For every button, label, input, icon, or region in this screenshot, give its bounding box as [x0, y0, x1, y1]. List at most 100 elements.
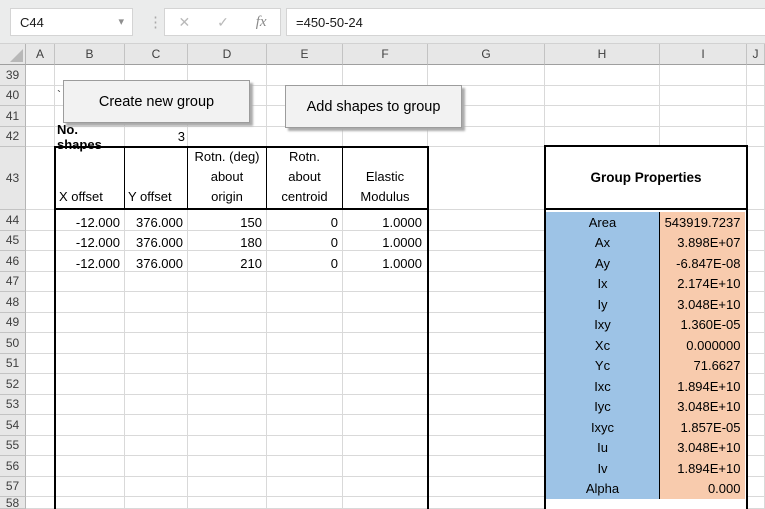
no-shapes-value-cell[interactable]: 3 [125, 126, 185, 147]
row-header-44[interactable]: 44 [0, 210, 26, 231]
shapes-table-cell[interactable]: -12.000 [56, 212, 125, 233]
column-header-G[interactable]: G [428, 44, 545, 65]
shapes-table-header-cell[interactable]: Rotn. about centroid [267, 148, 343, 208]
row-header-42[interactable]: 42 [0, 127, 26, 148]
group-property-value[interactable]: 1.894E+10 [660, 376, 745, 397]
shapes-input-table: X offsetY offsetRotn. (deg) about origin… [54, 146, 429, 509]
row-header-45[interactable]: 45 [0, 231, 26, 252]
group-property-label[interactable]: Ixyc [546, 417, 660, 438]
row-header-51[interactable]: 51 [0, 354, 26, 375]
row-header-39[interactable]: 39 [0, 65, 26, 86]
shapes-table-cell[interactable]: 0 [267, 233, 343, 254]
shapes-table-cell[interactable]: 376.000 [125, 253, 188, 274]
group-property-label[interactable]: Ax [546, 233, 660, 254]
shapes-table-header-cell[interactable]: X offset [56, 148, 125, 208]
row-header-53[interactable]: 53 [0, 395, 26, 416]
group-property-label[interactable]: Ix [546, 274, 660, 295]
group-property-label[interactable]: Iv [546, 458, 660, 479]
group-property-value[interactable]: 1.857E-05 [660, 417, 745, 438]
name-box[interactable]: C44 ▾ [10, 8, 133, 36]
shapes-table-cell[interactable]: 1.0000 [343, 212, 427, 233]
shapes-table-cell[interactable]: 180 [188, 233, 267, 254]
column-header-J[interactable]: J [747, 44, 765, 65]
column-header-D[interactable]: D [188, 44, 267, 65]
group-property-label[interactable]: Yc [546, 356, 660, 377]
group-property-row: Ay-6.847E-08 [546, 253, 746, 274]
group-property-value[interactable]: -6.847E-08 [660, 253, 745, 274]
shapes-table-header-cell[interactable]: Elastic Modulus [343, 148, 427, 208]
group-property-value[interactable]: 0.000 [660, 479, 745, 500]
row-header-49[interactable]: 49 [0, 313, 26, 334]
insert-function-icon[interactable]: fx [256, 14, 267, 31]
group-property-label[interactable]: Alpha [546, 479, 660, 500]
group-property-label[interactable]: Ixy [546, 315, 660, 336]
row-header-55[interactable]: 55 [0, 436, 26, 457]
select-all-corner[interactable] [0, 44, 26, 65]
column-header-H[interactable]: H [545, 44, 660, 65]
row-header-57[interactable]: 57 [0, 477, 26, 498]
row-header-52[interactable]: 52 [0, 374, 26, 395]
row-header-47[interactable]: 47 [0, 272, 26, 293]
row-header-54[interactable]: 54 [0, 415, 26, 436]
shapes-table-cell[interactable]: 376.000 [125, 233, 188, 254]
group-property-label[interactable]: Ay [546, 253, 660, 274]
group-property-value[interactable]: 0.000000 [660, 335, 745, 356]
group-property-value[interactable]: 1.894E+10 [660, 458, 745, 479]
row-header-41[interactable]: 41 [0, 106, 26, 127]
shapes-table-cell[interactable]: 210 [188, 253, 267, 274]
group-property-value[interactable]: 3.898E+07 [660, 233, 745, 254]
row-header-46[interactable]: 46 [0, 251, 26, 272]
name-box-dropdown-icon[interactable]: ▾ [118, 15, 124, 28]
row-header-48[interactable]: 48 [0, 292, 26, 313]
row-header-40[interactable]: 40 [0, 86, 26, 107]
formula-input[interactable]: =450-50-24 [286, 8, 765, 36]
column-header-A[interactable]: A [26, 44, 55, 65]
add-shapes-to-group-button[interactable]: Add shapes to group [285, 85, 462, 128]
row-header-43[interactable]: 43 [0, 147, 26, 210]
group-property-value[interactable]: 3.048E+10 [660, 438, 745, 459]
group-property-label[interactable]: Xc [546, 335, 660, 356]
group-property-value[interactable]: 2.174E+10 [660, 274, 745, 295]
column-header-C[interactable]: C [125, 44, 188, 65]
group-property-value[interactable]: 3.048E+10 [660, 397, 745, 418]
group-property-value[interactable]: 543919.7237 [660, 212, 745, 233]
group-properties-table: Group Properties Area543919.7237Ax3.898E… [544, 145, 748, 509]
row-header-58[interactable]: 58 [0, 497, 26, 509]
group-property-value[interactable]: 71.6627 [660, 356, 745, 377]
shapes-table-cell[interactable]: 150 [188, 212, 267, 233]
shapes-table-cell[interactable]: 1.0000 [343, 253, 427, 274]
group-property-value[interactable]: 3.048E+10 [660, 294, 745, 315]
column-header-E[interactable]: E [267, 44, 343, 65]
shapes-table-header-cell[interactable]: Rotn. (deg) about origin [188, 148, 267, 208]
cell-note-mark: ` [57, 88, 61, 102]
shapes-table-cell[interactable]: 0 [267, 253, 343, 274]
shapes-table-row: -12.000376.00021001.0000 [56, 253, 427, 274]
create-new-group-button[interactable]: Create new group [63, 80, 250, 123]
cancel-icon[interactable]: ✕ [178, 14, 190, 31]
shapes-table-cell[interactable]: 1.0000 [343, 233, 427, 254]
shapes-table-cell[interactable]: 376.000 [125, 212, 188, 233]
group-property-row: Ixy1.360E-05 [546, 315, 746, 336]
row-header-50[interactable]: 50 [0, 333, 26, 354]
formula-bar-buttons: ✕ ✓ fx [164, 8, 281, 36]
shapes-table-cell[interactable]: 0 [267, 212, 343, 233]
column-header-F[interactable]: F [343, 44, 428, 65]
enter-icon[interactable]: ✓ [217, 14, 229, 31]
shapes-table-cell[interactable]: -12.000 [56, 233, 125, 254]
formula-bar-drag-handle-icon: ⋮ [148, 8, 163, 36]
no-shapes-label: No. shapes [57, 126, 125, 147]
group-property-label[interactable]: Iyc [546, 397, 660, 418]
shapes-table-cell[interactable]: -12.000 [56, 253, 125, 274]
row-header-56[interactable]: 56 [0, 456, 26, 477]
group-property-label[interactable]: Area [546, 212, 660, 233]
group-property-label[interactable]: Iu [546, 438, 660, 459]
group-property-label[interactable]: Ixc [546, 376, 660, 397]
group-property-value[interactable]: 1.360E-05 [660, 315, 745, 336]
shapes-table-header-cell[interactable]: Y offset [125, 148, 188, 208]
column-header-B[interactable]: B [55, 44, 125, 65]
column-header-I[interactable]: I [660, 44, 747, 65]
group-property-label[interactable]: Iy [546, 294, 660, 315]
shapes-table-header-row: X offsetY offsetRotn. (deg) about origin… [56, 148, 427, 210]
worksheet-grid[interactable]: ABCDEFGHIJ 39404142434445464748495051525… [0, 44, 765, 509]
shapes-table-row: -12.000376.00018001.0000 [56, 233, 427, 254]
